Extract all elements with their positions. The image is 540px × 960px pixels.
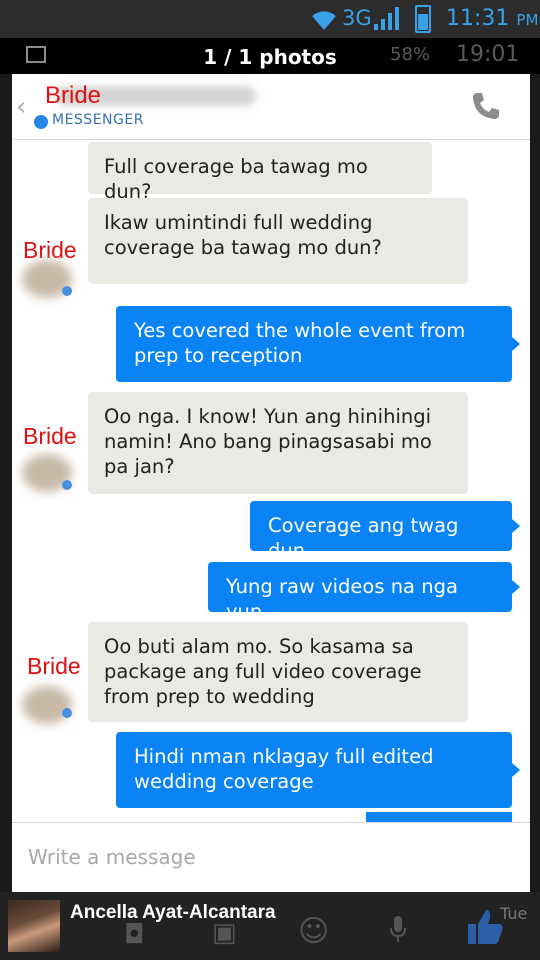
outgoing-message: Yung raw videos na nga yun xyxy=(208,562,520,623)
messenger-badge-icon xyxy=(62,708,72,718)
outgoing-message: Yes covered the whole event from prep to… xyxy=(116,306,520,382)
app-label: MESSENGER xyxy=(52,112,144,128)
network-type: 3G xyxy=(342,6,372,30)
outgoing-message: Coverage ang twag dun xyxy=(250,501,520,562)
message-input[interactable]: Write a message xyxy=(28,845,196,869)
image-icon[interactable]: ▣ xyxy=(212,918,237,948)
outgoing-message: Hindi nman nklagay full edited wedding c… xyxy=(116,732,520,808)
frame-border-left xyxy=(0,74,12,892)
bride-annotation: Bride xyxy=(27,653,81,679)
timestamp-day: Tue xyxy=(500,904,528,923)
camera-icon[interactable]: ◘ xyxy=(124,920,145,950)
partial-outgoing-message xyxy=(366,812,512,822)
signal-icon xyxy=(374,7,399,30)
messenger-badge-icon xyxy=(62,286,72,296)
messenger-badge-icon xyxy=(62,480,72,490)
phone-icon[interactable] xyxy=(470,90,502,122)
incoming-message: Oo buti alam mo. So kasama sa package an… xyxy=(88,622,468,722)
header-annotation: Bride xyxy=(45,82,102,109)
wifi-icon xyxy=(312,11,336,30)
incoming-message: Oo nga. I know! Yun ang hinihingi namin!… xyxy=(88,392,468,494)
battery-icon xyxy=(415,5,431,33)
ghost-time: 19:01 xyxy=(456,42,520,67)
photo-uploader-bar: Ancella Ayat-Alcantara ◘ ▣ ☺ Tue xyxy=(0,892,540,960)
incoming-message: Full coverage ba tawag mo dun? xyxy=(88,142,432,203)
messenger-icon xyxy=(34,115,48,129)
compose-bar: Write a message xyxy=(12,822,530,892)
uploader-avatar[interactable] xyxy=(8,900,60,952)
contact-avatar xyxy=(22,686,72,724)
clock: 11:31 PM xyxy=(446,6,539,31)
incoming-message: Ikaw umintindi full wedding coverage ba … xyxy=(88,198,468,284)
uploader-name[interactable]: Ancella Ayat-Alcantara xyxy=(70,902,276,924)
frame-border-right xyxy=(530,74,540,892)
photo-viewer-bar: 1 / 1 photos 58% 19:01 xyxy=(0,38,540,74)
emoji-icon[interactable]: ☺ xyxy=(298,914,329,949)
bride-annotation: Bride xyxy=(23,423,77,449)
microphone-icon[interactable] xyxy=(388,914,408,944)
screenshot-photo: ‹ Bride MESSENGER Full coverage ba tawag… xyxy=(12,74,530,892)
back-chevron-icon[interactable]: ‹ xyxy=(16,92,26,122)
ghost-battery-level: 58% xyxy=(390,44,431,65)
status-bar: 3G 11:31 PM xyxy=(0,0,540,38)
conversation-header: ‹ Bride MESSENGER xyxy=(12,74,530,140)
